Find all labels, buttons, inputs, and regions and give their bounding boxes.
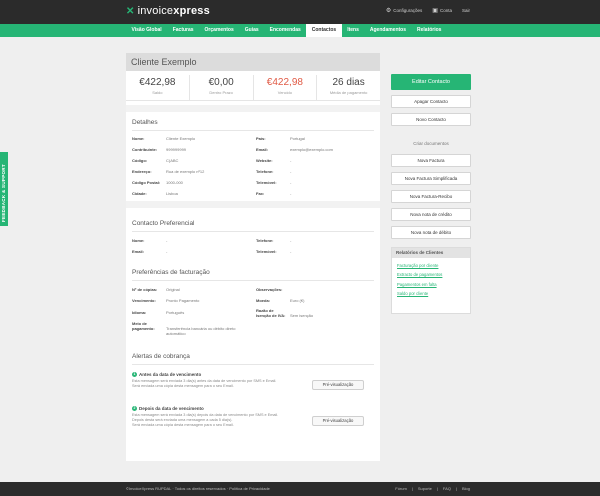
section-divider bbox=[126, 105, 380, 112]
nav-contactos[interactable]: Contactos bbox=[306, 24, 342, 37]
alert-after-due: 2 Depois da data de vencimento Esta mensa… bbox=[132, 406, 374, 428]
reports-title: Relatórios de Clientes bbox=[392, 248, 470, 258]
logo-icon: ✕ bbox=[126, 6, 135, 17]
billing-preferences-section: Preferências de facturação Nº de cópias:… bbox=[126, 268, 380, 341]
settings-link[interactable]: ⚙ Configurações bbox=[386, 7, 422, 14]
billing-alerts-section: Alertas de cobrança bbox=[126, 352, 380, 365]
new-simplified-invoice-button[interactable]: Nova Factura Simplificada bbox=[391, 172, 471, 185]
stats-row: €422,98 Saldo €0,00 Dentro Prazo €422,98… bbox=[126, 75, 380, 101]
top-bar: ✕ invoicexpress ⚙ Configurações ▣ Conta Sai… bbox=[0, 0, 600, 24]
feedback-tab[interactable]: FEEDBACK & SUPPORT bbox=[0, 152, 8, 226]
step-number-icon: 1 bbox=[132, 372, 137, 377]
divider bbox=[132, 364, 374, 365]
new-contact-button[interactable]: Novo Contacto bbox=[391, 113, 471, 126]
logout-link[interactable]: Sair bbox=[462, 7, 470, 14]
client-reports-panel: Relatórios de Clientes Facturação por cl… bbox=[391, 247, 471, 314]
step-number-icon: 2 bbox=[132, 406, 137, 411]
footer-link-faq[interactable]: FAQ bbox=[443, 486, 451, 491]
main-nav: Visão Global Facturas Orçamentos Guias E… bbox=[0, 24, 600, 37]
nav-visao-global[interactable]: Visão Global bbox=[126, 24, 167, 37]
section-divider bbox=[126, 201, 380, 208]
footer-link-support[interactable]: Suporte bbox=[418, 486, 432, 491]
copyright-text: ©InvoiceXpress RUPDAL · Todos os direito… bbox=[126, 486, 270, 491]
alert-before-due: 1 Antes da data de vencimento Esta mensag… bbox=[132, 372, 374, 390]
account-link[interactable]: ▣ Conta bbox=[432, 7, 452, 14]
delete-contact-button[interactable]: Apagar Contacto bbox=[391, 95, 471, 108]
footer-links: Fórum | Suporte | FAQ | Blog bbox=[395, 486, 470, 491]
page-title: Cliente Exemplo bbox=[126, 53, 380, 71]
new-invoice-receipt-button[interactable]: Nova Factura-Recibo bbox=[391, 190, 471, 203]
stat-vencido: €422,98 Vencido bbox=[254, 75, 318, 100]
logo[interactable]: ✕ invoicexpress bbox=[126, 5, 210, 17]
nav-agendamentos[interactable]: Agendamentos bbox=[364, 24, 411, 37]
preview-button[interactable]: Pré-visualização bbox=[312, 380, 364, 390]
stat-media-pagamento: 26 dias Média de pagamento bbox=[329, 77, 368, 95]
report-link[interactable]: Pagamentos em falta bbox=[392, 282, 470, 287]
create-documents-label: Criar documentos bbox=[413, 141, 449, 146]
nav-facturas[interactable]: Facturas bbox=[167, 24, 199, 37]
nav-orcamentos[interactable]: Orçamentos bbox=[199, 24, 239, 37]
preview-button[interactable]: Pré-visualização bbox=[312, 416, 364, 426]
edit-contact-button[interactable]: Editar Contacto bbox=[391, 74, 471, 90]
report-link[interactable]: Extracto de pagamentos bbox=[392, 272, 470, 277]
contact-card: Cliente Exemplo €422,98 Saldo €0,00 Dent… bbox=[126, 53, 380, 461]
nav-relatorios[interactable]: Relatórios bbox=[412, 24, 447, 37]
details-section: Detalhes Nome: Cliente Exemplo Contribuin… bbox=[126, 118, 380, 196]
nav-itens[interactable]: Itens bbox=[342, 24, 365, 37]
nav-encomendas[interactable]: Encomendas bbox=[264, 24, 306, 37]
preferred-contact-section: Contacto Preferencial Nome: - Email: - Tel… bbox=[126, 219, 380, 256]
footer-link-forum[interactable]: Fórum bbox=[395, 486, 407, 491]
nav-guias[interactable]: Guias bbox=[239, 24, 264, 37]
new-debit-note-button[interactable]: Nova nota de débito bbox=[391, 226, 471, 239]
new-credit-note-button[interactable]: Nova nota de crédito bbox=[391, 208, 471, 221]
report-link[interactable]: Facturação por cliente bbox=[392, 263, 470, 268]
footer: ©InvoiceXpress RUPDAL · Todos os direito… bbox=[0, 482, 600, 496]
gear-icon: ⚙ bbox=[385, 8, 392, 14]
footer-link-blog[interactable]: Blog bbox=[462, 486, 470, 491]
report-link[interactable]: Saldo por cliente bbox=[392, 291, 470, 296]
stat-saldo: €422,98 Saldo bbox=[126, 75, 190, 100]
top-nav: ⚙ Configurações ▣ Conta Sair bbox=[386, 7, 470, 14]
stat-dentro-prazo: €0,00 Dentro Prazo bbox=[190, 75, 254, 100]
new-invoice-button[interactable]: Nova Factura bbox=[391, 154, 471, 167]
user-icon: ▣ bbox=[432, 8, 438, 14]
